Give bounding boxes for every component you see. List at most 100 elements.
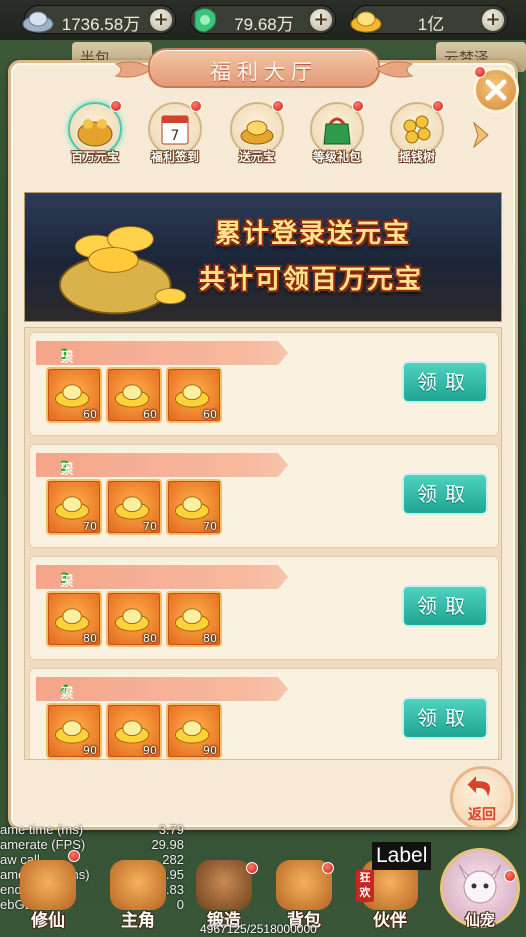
promo-banner: 累计登录送元宝 共计可领百万元宝 [24,192,502,322]
silver-ingot-icon [22,11,54,33]
nav-million-yuanbao[interactable]: 百万元宝 [60,100,130,170]
back-button[interactable]: 返回 [450,766,514,830]
anvil-icon [196,860,252,910]
reward-amount: 70 [143,520,157,533]
notification-dot [432,100,444,112]
back-label: 返回 [468,807,496,823]
debug-label: Label [372,842,432,870]
reward-amount: 90 [203,744,217,757]
reward-item[interactable]: 90 [46,703,102,759]
nav-label: 等级礼包 [312,150,361,164]
notification-dot [68,850,80,862]
row-tag: 累计登录4天 [36,677,288,701]
nav-label: 摇钱树 [398,150,435,164]
reward-amount: 60 [143,408,157,421]
reward-item[interactable]: 60 [166,367,222,423]
reward-amount: 60 [83,408,97,421]
reward-item[interactable]: 60 [106,367,162,423]
reward-amount: 80 [83,632,97,645]
reward-item[interactable]: 80 [46,591,102,647]
nav-level-gift[interactable]: 等级礼包 [302,100,372,170]
claim-button[interactable]: 领取 [402,585,488,627]
add-jade-button[interactable]: + [310,9,332,31]
title-wing-icon [376,61,414,78]
event-badge: 狂欢 [356,870,374,902]
reward-item[interactable]: 80 [166,591,222,647]
reward-item[interactable]: 90 [166,703,222,759]
svg-text:7: 7 [171,128,180,144]
yuanbao-treasure-bag-icon [58,226,187,315]
reward-row: 累计登录3天 80 80 80 领取 [29,556,499,660]
reward-item[interactable]: 70 [166,479,222,535]
hero-icon [110,860,166,910]
return-arrow-icon [467,776,491,797]
reward-amount: 80 [203,632,217,645]
reward-item[interactable]: 90 [106,703,162,759]
bottom-nav-label: 仙宠 [464,911,495,929]
notification-dot [246,862,258,874]
promo-line-2: 共计可领百万元宝 [199,265,424,295]
gold-ingot-icon [350,11,382,33]
memory-readout: 4967125/2518000000 [200,922,317,936]
row-suffix: 天 [60,350,74,366]
silver-amount: 1736.58万 [61,15,141,34]
reward-item[interactable]: 70 [46,479,102,535]
panel-title: 福利大厅 [210,60,318,84]
reward-row: 累计登录4天 90 90 90 领取 [29,668,499,759]
notification-dot [322,862,334,874]
jade-icon [194,8,217,33]
nav-label: 送元宝 [238,150,275,164]
claim-button[interactable]: 领取 [402,361,488,403]
add-silver-button[interactable]: + [150,9,172,31]
nav-send-yuanbao[interactable]: 送元宝 [222,100,292,170]
reward-row: 累计登录1天 60 60 60 领取 [29,332,499,436]
reward-amount: 60 [203,408,217,421]
claim-button[interactable]: 领取 [402,697,488,739]
row-suffix: 天 [60,574,74,590]
currency-gold: 1亿 + [350,5,508,34]
reward-amount: 70 [203,520,217,533]
chevron-right-icon[interactable] [470,120,492,150]
notification-dot [504,870,516,882]
jade-amount: 79.68万 [234,15,294,34]
cultivate-icon [20,860,76,910]
notification-dot [190,100,202,112]
nav-daily-signin[interactable]: 7 福利签到 [140,100,210,170]
currency-silver: 1736.58万 + [22,5,176,34]
bottom-nav-label: 伙伴 [373,911,407,931]
reward-item[interactable]: 70 [106,479,162,535]
nav-label: 福利签到 [150,150,199,164]
row-suffix: 天 [60,686,74,702]
reward-list[interactable]: 累计登录1天 60 60 60 领取 累计登录2天 70 70 70 领取 累计… [24,327,502,760]
reward-amount: 90 [83,744,97,757]
add-gold-button[interactable]: + [482,9,504,31]
reward-item[interactable]: 60 [46,367,102,423]
notification-dot [272,100,284,112]
bottom-nav-hero[interactable]: 主角 [98,860,178,936]
row-tag: 累计登录1天 [36,341,288,365]
currency-jade: 79.68万 + [190,5,336,34]
row-tag: 累计登录2天 [36,453,288,477]
currency-bar: 1736.58万 + 79.68万 + 1亿 + [0,0,526,40]
nav-label: 百万元宝 [70,150,119,164]
reward-amount: 80 [143,632,157,645]
nav-money-tree[interactable]: 摇钱树 [382,100,452,170]
reward-item[interactable]: 80 [106,591,162,647]
row-tag: 累计登录3天 [36,565,288,589]
title-banner: 福利大厅 [148,48,380,88]
bottom-nav-label: 主角 [121,911,155,931]
bottom-nav-cultivate[interactable]: 修仙 [8,860,88,936]
reward-amount: 90 [143,744,157,757]
notification-dot [352,100,364,112]
bottom-nav-pet[interactable]: 仙宠 [440,848,520,929]
bottom-nav-label: 修仙 [31,911,65,931]
promo-line-1: 累计登录送元宝 [215,219,412,249]
reward-row: 累计登录2天 70 70 70 领取 [29,444,499,548]
reward-amount: 70 [83,520,97,533]
title-wing-icon [114,61,152,78]
claim-button[interactable]: 领取 [402,473,488,515]
notification-dot [110,100,122,112]
row-suffix: 天 [60,462,74,478]
notification-dot [474,66,486,78]
gold-amount: 1亿 [417,15,445,34]
